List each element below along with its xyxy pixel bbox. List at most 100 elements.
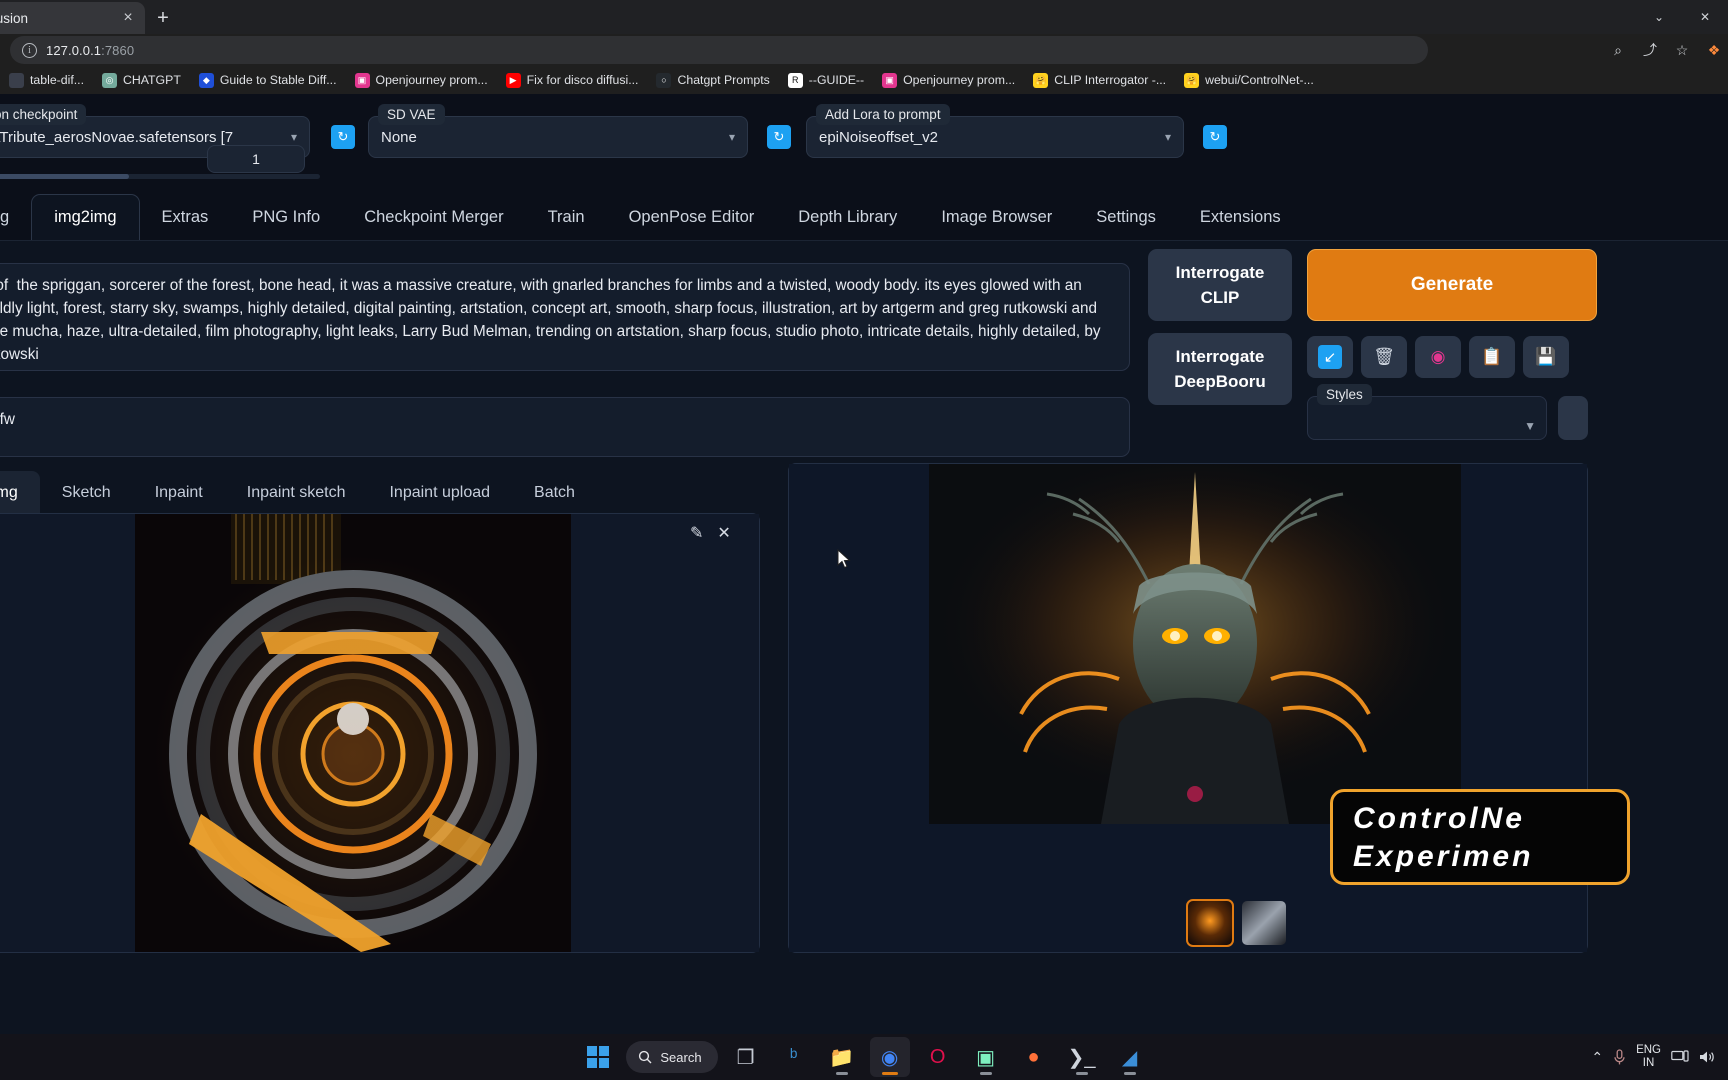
negative-prompt-input[interactable]: , nsfw: [0, 397, 1130, 457]
paste-arrow-icon: ↙: [1318, 345, 1342, 369]
magenta-circle-button[interactable]: ◉: [1415, 336, 1461, 378]
floppy-save-button[interactable]: 💾: [1523, 336, 1569, 378]
model-toolbar: diffusion checkpoint aerosATribute_aeros…: [0, 94, 1728, 189]
bookmark-item[interactable]: ▶ Fix for disco diffusi...: [497, 68, 648, 92]
checkpoint-label: diffusion checkpoint: [0, 104, 87, 125]
tab-g[interactable]: g: [0, 194, 31, 240]
start-button[interactable]: [578, 1037, 618, 1077]
tab-settings[interactable]: Settings: [1074, 194, 1178, 240]
bookmark-item[interactable]: ▣ Openjourney prom...: [873, 68, 1024, 92]
sd-icon: [9, 72, 24, 88]
bookmark-label: table-dif...: [30, 73, 84, 87]
checkpoint-refresh-button[interactable]: ↻: [331, 125, 355, 149]
thumbnail-spriggan[interactable]: [1186, 899, 1234, 947]
tab-img2img[interactable]: img2img: [31, 194, 140, 240]
bookmark-item[interactable]: ◎ CHATGPT: [93, 68, 190, 92]
bing-copilot-icon: ᵇ: [789, 1045, 798, 1068]
firefox-icon: ●: [1027, 1045, 1040, 1068]
trash-button[interactable]: 🗑: [1361, 336, 1407, 378]
bookmark-item[interactable]: ◆ Guide to Stable Diff...: [190, 68, 346, 92]
file-explorer-icon: 📁: [829, 1046, 855, 1069]
interrogate-deepbooru-button[interactable]: Interrogate DeepBooru: [1148, 333, 1292, 405]
bookmark-label: --GUIDE--: [808, 73, 865, 87]
firefox-taskbar-button[interactable]: ●: [1014, 1037, 1054, 1077]
photos-taskbar-button[interactable]: ◢: [1110, 1037, 1150, 1077]
tab-extensions[interactable]: Extensions: [1178, 194, 1303, 240]
windows-taskbar: Search ❐ ᵇ 📁 ◉ O ▣ ● ❯_ ◢ ⌃ ENG IN: [0, 1034, 1728, 1080]
vae-refresh-button[interactable]: ↻: [767, 125, 791, 149]
generate-button[interactable]: Generate: [1307, 249, 1597, 321]
bookmark-star-icon[interactable]: ☆: [1668, 36, 1696, 64]
img2img-subtabs: img Sketch Inpaint Inpaint sketch Inpaint up…: [0, 469, 597, 515]
lora-refresh-button[interactable]: ↻: [1203, 125, 1227, 149]
openjourney-icon: ▣: [354, 72, 370, 88]
paste-arrow-button[interactable]: ↙: [1307, 336, 1353, 378]
bookmark-item[interactable]: R --GUIDE--: [779, 68, 873, 92]
subtab-inpaint-upload[interactable]: Inpaint upload: [367, 471, 512, 515]
site-info-icon[interactable]: i: [22, 42, 37, 58]
zoom-icon[interactable]: ⌕: [1604, 36, 1632, 64]
microphone-icon[interactable]: [1613, 1048, 1626, 1066]
subtab-batch[interactable]: Batch: [512, 471, 597, 515]
bookmark-item[interactable]: 🤗 CLIP Interrogator -...: [1024, 68, 1175, 92]
checkpoint-value: aerosATribute_aerosNovae.safetensors [7: [0, 128, 234, 146]
address-bar[interactable]: i 127.0.0.1:7860: [10, 36, 1428, 64]
tab-train[interactable]: Train: [526, 194, 607, 240]
subtab-inpaint-sketch[interactable]: Inpaint sketch: [225, 471, 368, 515]
opera-taskbar-button[interactable]: O: [918, 1037, 958, 1077]
task-view-taskbar-button[interactable]: ❐: [726, 1037, 766, 1077]
bing-copilot-taskbar-button[interactable]: ᵇ: [774, 1037, 814, 1077]
bookmark-label: CHATGPT: [123, 73, 181, 87]
language-line-2: IN: [1642, 1057, 1655, 1069]
volume-icon[interactable]: [1699, 1050, 1716, 1064]
minimize-icon[interactable]: ⌄: [1636, 0, 1682, 34]
prompt-text: ait of the spriggan, sorcerer of the for…: [0, 277, 1101, 363]
extensions-icon[interactable]: ❖: [1700, 36, 1728, 64]
task-view-icon: ❐: [736, 1046, 755, 1069]
prompt-input[interactable]: ait of the spriggan, sorcerer of the for…: [0, 263, 1130, 371]
system-tray: ⌃ ENG IN: [1591, 1034, 1722, 1080]
bookmark-item[interactable]: table-dif...: [0, 68, 93, 92]
bookmark-item[interactable]: ○ Chatgpt Prompts: [647, 68, 778, 92]
search-icon: [639, 1050, 652, 1064]
source-image-panel[interactable]: [0, 513, 760, 954]
step-counter[interactable]: 1: [207, 145, 305, 173]
tab-depth-library[interactable]: Depth Library: [776, 194, 919, 240]
new-tab-button[interactable]: +: [150, 6, 176, 32]
thumbnail-sketch[interactable]: [1242, 901, 1286, 945]
tab-label: Settings: [1096, 207, 1156, 226]
tab-png-info[interactable]: PNG Info: [230, 194, 342, 240]
close-icon[interactable]: ×: [119, 10, 137, 26]
subtab-sketch[interactable]: Sketch: [40, 471, 133, 515]
styles-apply-button[interactable]: [1558, 396, 1588, 440]
terminal-taskbar-button[interactable]: ❯_: [1062, 1037, 1102, 1077]
edit-pencil-icon[interactable]: ✎: [690, 523, 703, 543]
subtab-inpaint[interactable]: Inpaint: [133, 471, 225, 515]
tab-extras[interactable]: Extras: [140, 194, 231, 240]
tab-label: Depth Library: [798, 207, 898, 226]
bookmark-item[interactable]: 🤗 webui/ControlNet-...: [1175, 68, 1323, 92]
language-indicator[interactable]: ENG IN: [1636, 1044, 1661, 1070]
tab-image-browser[interactable]: Image Browser: [919, 194, 1074, 240]
tab-openpose-editor[interactable]: OpenPose Editor: [607, 194, 777, 240]
browser-tab[interactable]: fusion ×: [0, 2, 145, 34]
bookmark-label: Chatgpt Prompts: [677, 73, 770, 87]
file-explorer-taskbar-button[interactable]: 📁: [822, 1037, 862, 1077]
chrome-taskbar-button[interactable]: ◉: [869, 1037, 910, 1077]
tab-label: g: [0, 207, 10, 226]
tab-label: OpenPose Editor: [628, 207, 755, 226]
clipboard-button[interactable]: 📋: [1469, 336, 1515, 378]
diamond-icon: ◆: [198, 72, 214, 88]
network-icon[interactable]: [1671, 1050, 1689, 1064]
tab-checkpoint-merger[interactable]: Checkpoint Merger: [342, 194, 525, 240]
interrogate-clip-button[interactable]: Interrogate CLIP: [1148, 249, 1292, 321]
green-app-taskbar-button[interactable]: ▣: [966, 1037, 1006, 1077]
clear-image-icon[interactable]: ✕: [717, 523, 730, 543]
styles-field: Styles ▼: [1307, 384, 1547, 440]
taskbar-search[interactable]: Search: [626, 1041, 718, 1073]
bookmark-item[interactable]: ▣ Openjourney prom...: [346, 68, 497, 92]
subtab-img[interactable]: img: [0, 471, 40, 515]
tray-chevron-icon[interactable]: ⌃: [1591, 1049, 1603, 1066]
window-close-icon[interactable]: ✕: [1682, 0, 1728, 34]
share-icon[interactable]: ⤴: [1636, 36, 1664, 64]
